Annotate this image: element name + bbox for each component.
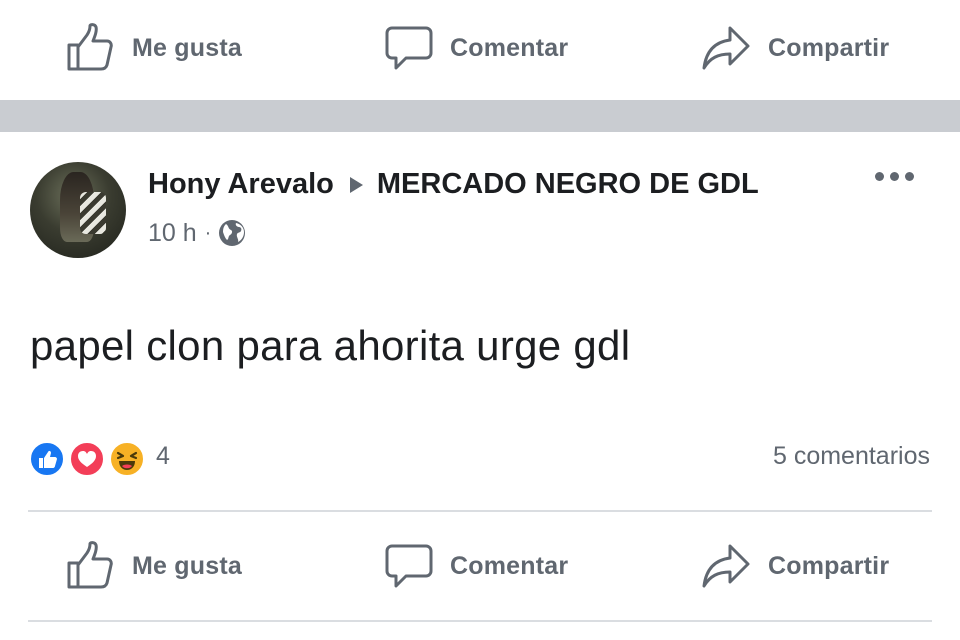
comment-label: Comentar bbox=[450, 33, 569, 62]
post-meta: 10 h · bbox=[148, 218, 247, 248]
author-line: Hony Arevalo MERCADO NEGRO DE GDL bbox=[148, 168, 759, 201]
post-text: papel clon para ahorita urge gdl bbox=[30, 322, 631, 369]
comment-bubble-icon bbox=[385, 26, 433, 70]
more-dot bbox=[875, 172, 884, 181]
comment-bubble-icon bbox=[385, 544, 433, 588]
divider bbox=[28, 620, 932, 622]
share-label: Compartir bbox=[768, 33, 890, 62]
thumbs-up-icon bbox=[67, 541, 113, 589]
like-reaction-icon bbox=[28, 440, 66, 478]
avatar-clothing bbox=[80, 192, 106, 234]
divider bbox=[28, 510, 932, 512]
comment-button[interactable]: Comentar bbox=[384, 18, 568, 78]
meta-separator: · bbox=[204, 221, 212, 244]
more-options-icon[interactable] bbox=[875, 172, 914, 181]
love-reaction-icon bbox=[68, 440, 106, 478]
reaction-icons[interactable] bbox=[28, 436, 152, 480]
comments-count[interactable]: 5 comentarios bbox=[773, 442, 930, 471]
feed-separator bbox=[0, 100, 960, 132]
group-name[interactable]: MERCADO NEGRO DE GDL bbox=[377, 168, 759, 201]
share-button[interactable]: Compartir bbox=[700, 18, 889, 78]
post-action-bar: Me gusta Comentar Compartir bbox=[0, 518, 960, 614]
more-dot bbox=[905, 172, 914, 181]
previous-post-action-bar: Me gusta Comentar Compartir bbox=[0, 0, 960, 96]
like-button[interactable]: Me gusta bbox=[64, 18, 242, 78]
like-label: Me gusta bbox=[132, 551, 242, 580]
right-arrow-icon bbox=[349, 176, 363, 193]
share-button[interactable]: Compartir bbox=[700, 536, 889, 596]
share-arrow-icon bbox=[702, 26, 750, 70]
comment-button[interactable]: Comentar bbox=[384, 536, 568, 596]
comment-label: Comentar bbox=[450, 551, 569, 580]
more-dot bbox=[890, 172, 899, 181]
share-label: Compartir bbox=[768, 551, 890, 580]
post-time[interactable]: 10 h bbox=[148, 219, 197, 248]
like-button[interactable]: Me gusta bbox=[64, 536, 242, 596]
reaction-count[interactable]: 4 bbox=[156, 442, 170, 471]
post-header: Hony Arevalo MERCADO NEGRO DE GDL 10 h · bbox=[0, 150, 960, 270]
thumbs-up-icon bbox=[67, 23, 113, 71]
globe-icon bbox=[219, 220, 246, 246]
thumbs-up-icon bbox=[39, 450, 57, 468]
reactions-row: 4 5 comentarios bbox=[0, 432, 960, 484]
like-label: Me gusta bbox=[132, 33, 242, 62]
heart-icon bbox=[78, 451, 96, 467]
author-name[interactable]: Hony Arevalo bbox=[148, 168, 334, 201]
share-arrow-icon bbox=[702, 544, 750, 588]
laughing-face-icon bbox=[116, 451, 138, 470]
haha-reaction-icon bbox=[108, 440, 146, 478]
avatar[interactable] bbox=[30, 162, 126, 258]
